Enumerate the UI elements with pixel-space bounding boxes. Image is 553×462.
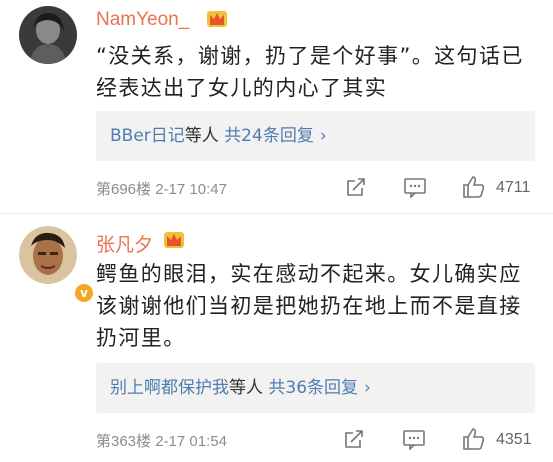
avatar[interactable]: v bbox=[19, 226, 95, 304]
comment-icon[interactable] bbox=[402, 428, 426, 450]
like-count: 4351 bbox=[496, 431, 532, 448]
chevron-right-icon: › bbox=[364, 378, 371, 398]
reply-summary[interactable]: 别上啊都保护我等人 共36条回复 › bbox=[96, 363, 535, 413]
share-icon[interactable] bbox=[343, 428, 365, 450]
comment-text: 鳄鱼的眼泪，实在感动不起来。女儿确实应该谢谢他们当初是把她扔在地上而不是直接扔河… bbox=[96, 262, 522, 350]
comment-item: v 张凡夕 鳄鱼的眼泪，实在感动不起来。女儿确实应该谢谢他们当初是把她扔在地上而… bbox=[0, 0, 553, 462]
crown-icon bbox=[164, 232, 184, 248]
like-icon[interactable] bbox=[461, 426, 487, 452]
reply-users-link[interactable]: 别上啊都保护我 bbox=[110, 378, 229, 398]
floor-time: 第363楼 2-17 01:54 bbox=[96, 433, 227, 450]
reply-count-link[interactable]: 共36条回复 bbox=[268, 378, 358, 398]
verified-badge: v bbox=[73, 282, 95, 304]
reply-mid-text: 等人 bbox=[229, 378, 263, 398]
username[interactable]: 张凡夕 bbox=[96, 230, 153, 257]
